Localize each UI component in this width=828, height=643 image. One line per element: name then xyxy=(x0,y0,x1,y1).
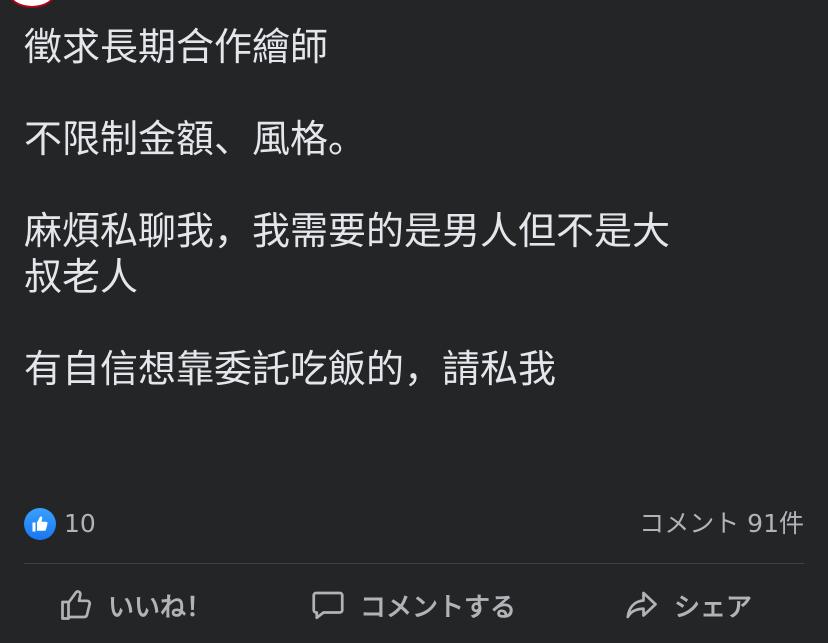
comment-label: コメントする xyxy=(360,592,517,623)
share-arrow-icon xyxy=(626,591,657,619)
post-line: 有自信想靠委託吃飯的，請私我 xyxy=(24,347,557,391)
share-label: シェア xyxy=(674,592,753,623)
post-line: 不限制金額、風格。 xyxy=(24,117,367,161)
post-line: 麻煩私聊我，我需要的是男人但不是大 xyxy=(24,209,671,253)
comment-button[interactable]: コメントする xyxy=(310,580,516,630)
comment-count[interactable]: コメント 91件 xyxy=(639,510,804,538)
comment-bubble-icon xyxy=(312,591,344,620)
post-line-gap xyxy=(24,162,814,208)
post-line: 叔老人 xyxy=(24,255,139,299)
share-button[interactable]: シェア xyxy=(624,580,752,630)
reaction-count[interactable]: 10 xyxy=(64,510,96,538)
thumbs-up-outline-icon xyxy=(61,590,92,620)
reactions-summary: 10 コメント 91件 xyxy=(24,506,804,542)
post-line-gap xyxy=(24,70,814,116)
post-card: 徵求長期合作繪師 不限制金額、風格。 麻煩私聊我，我需要的是男人但不是大 叔老人… xyxy=(0,0,828,643)
author-avatar[interactable] xyxy=(8,0,56,8)
post-line: 徵求長期合作繪師 xyxy=(24,25,329,69)
action-bar: いいね！ コメントする シェア xyxy=(24,580,804,632)
like-label: いいね！ xyxy=(108,592,213,623)
post-text: 徵求長期合作繪師 不限制金額、風格。 麻煩私聊我，我需要的是男人但不是大 叔老人… xyxy=(24,24,814,392)
post-line-gap xyxy=(24,300,814,346)
thumbs-up-icon[interactable] xyxy=(24,508,56,540)
divider xyxy=(24,563,804,564)
like-button[interactable]: いいね！ xyxy=(58,580,212,630)
